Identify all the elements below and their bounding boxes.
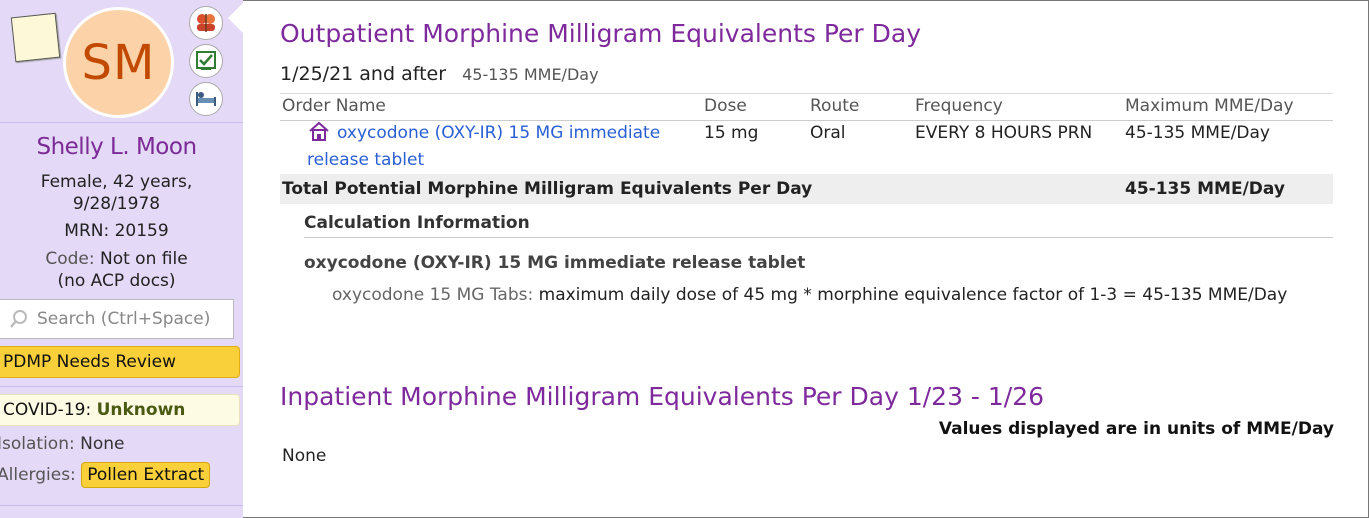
patient-name[interactable]: Shelly L. Moon xyxy=(0,134,233,160)
allergy-chip[interactable]: Pollen Extract xyxy=(81,462,211,488)
date-range: 45-135 MME/Day xyxy=(462,65,599,84)
covid-status-badge[interactable]: COVID-19: Unknown xyxy=(0,394,240,426)
date-label: 1/25/21 and after xyxy=(280,63,447,85)
covid-value: Unknown xyxy=(96,400,186,420)
allergies-row: Allergies: Pollen Extract xyxy=(0,462,211,488)
care-team-icon[interactable] xyxy=(189,6,223,40)
col-frequency: Frequency xyxy=(915,96,1003,116)
col-dose: Dose xyxy=(704,96,747,116)
divider xyxy=(0,386,243,387)
order-max-mme: 45-135 MME/Day xyxy=(1125,123,1270,143)
outpatient-title: Outpatient Morphine Milligram Equivalent… xyxy=(280,19,922,48)
avatar-initials: SM xyxy=(81,34,156,91)
code-label: Code: xyxy=(45,249,95,269)
total-label: Total Potential Morphine Milligram Equiv… xyxy=(282,179,813,199)
bed-icon[interactable] xyxy=(189,82,223,116)
order-name-link-cont[interactable]: release tablet xyxy=(307,150,424,170)
patient-sidebar: SM Shelly L. Moon Female, 42 years, 9/28… xyxy=(0,0,244,518)
code-status: Code: Not on file xyxy=(0,248,233,270)
sticky-note-icon[interactable] xyxy=(10,12,61,63)
isolation-value: None xyxy=(80,434,125,454)
search-input[interactable]: Search (Ctrl+Space) xyxy=(0,299,234,339)
total-row: Total Potential Morphine Milligram Equiv… xyxy=(280,174,1333,204)
checklist-icon[interactable] xyxy=(189,44,223,78)
inpatient-title: Inpatient Morphine Milligram Equivalents… xyxy=(280,382,1045,411)
order-dose: 15 mg xyxy=(704,123,759,143)
units-note: Values displayed are in units of MME/Day xyxy=(938,419,1334,439)
patient-demographics: Female, 42 years, xyxy=(40,172,193,192)
isolation-row: Isolation: None xyxy=(0,434,124,454)
mme-report-panel: Outpatient Morphine Milligram Equivalent… xyxy=(243,0,1369,518)
inpatient-value: None xyxy=(282,446,327,466)
table-row: oxycodone (OXY-IR) 15 MG immediate relea… xyxy=(280,121,1333,173)
order-route: Oral xyxy=(810,123,846,143)
home-med-icon xyxy=(308,121,330,146)
col-max-mme: Maximum MME/Day xyxy=(1125,96,1294,116)
col-route: Route xyxy=(810,96,860,116)
isolation-label: Isolation: xyxy=(0,434,75,454)
calc-heading: Calculation Information xyxy=(304,213,1333,238)
allergies-label: Allergies: xyxy=(0,465,76,485)
patient-dob: 9/28/1978 xyxy=(72,194,161,214)
code-value[interactable]: Not on file xyxy=(100,249,188,269)
panel-pointer xyxy=(228,2,244,34)
patient-mrn: MRN: 20159 xyxy=(64,221,169,241)
covid-label: COVID-19: xyxy=(3,400,92,420)
acp-docs[interactable]: (no ACP docs) xyxy=(0,270,233,292)
calc-drug-name: oxycodone (OXY-IR) 15 MG immediate relea… xyxy=(304,253,806,273)
pdmp-badge[interactable]: PDMP Needs Review xyxy=(0,346,240,378)
calc-prefix: oxycodone 15 MG Tabs: xyxy=(332,285,534,305)
search-icon xyxy=(10,310,27,328)
search-placeholder: Search (Ctrl+Space) xyxy=(37,309,211,329)
order-frequency: EVERY 8 HOURS PRN xyxy=(915,123,1093,143)
outpatient-date-line: 1/25/21 and after 45-135 MME/Day xyxy=(280,63,599,85)
divider xyxy=(0,505,243,506)
calc-detail: oxycodone 15 MG Tabs: maximum daily dose… xyxy=(332,285,1287,305)
divider xyxy=(0,122,243,123)
calc-text: maximum daily dose of 45 mg * morphine e… xyxy=(533,285,1288,305)
avatar[interactable]: SM xyxy=(63,7,174,118)
order-name-link[interactable]: oxycodone (OXY-IR) 15 MG immediate xyxy=(337,123,660,143)
orders-table-header: Order Name Dose Route Frequency Maximum … xyxy=(280,93,1333,121)
total-value: 45-135 MME/Day xyxy=(1125,179,1285,199)
col-order-name: Order Name xyxy=(282,96,386,116)
